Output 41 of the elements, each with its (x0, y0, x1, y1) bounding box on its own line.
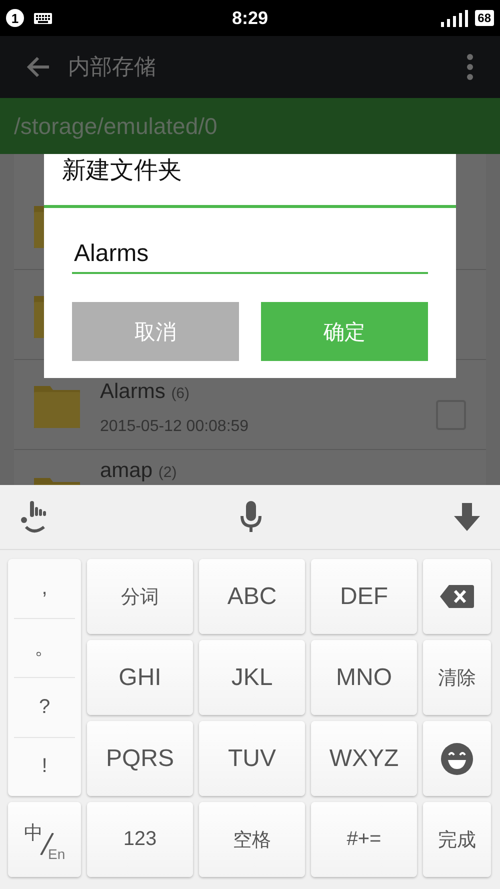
keyboard-key[interactable]: TUV (199, 721, 305, 796)
keyboard-key[interactable]: GHI (87, 640, 193, 715)
notification-count: 1 (6, 9, 24, 27)
punctuation-key[interactable]: 。 (14, 618, 75, 678)
punctuation-key[interactable]: , (14, 559, 75, 618)
microphone-icon[interactable] (239, 501, 263, 533)
back-arrow-icon[interactable] (26, 56, 50, 78)
keyboard-key[interactable]: #+= (311, 802, 417, 877)
keyboard-key[interactable]: WXYZ (311, 721, 417, 796)
emoji-key[interactable] (423, 721, 491, 796)
english-label: En (48, 846, 66, 862)
keyboard-key[interactable]: PQRS (87, 721, 193, 796)
keyboard-key[interactable]: 分词 (87, 559, 193, 634)
clock-time: 8:29 (232, 8, 268, 28)
dialog-title: 新建文件夹 (44, 154, 456, 208)
hand-gesture-icon[interactable] (20, 501, 48, 533)
signal-icon (440, 10, 469, 26)
punctuation-key[interactable]: ? (14, 678, 75, 738)
more-options-icon[interactable] (466, 54, 474, 80)
backspace-key[interactable] (423, 559, 491, 634)
battery-level: 68 (474, 10, 494, 26)
keyboard-key[interactable]: 清除 (423, 640, 491, 715)
keyboard-icon (34, 12, 52, 24)
keyboard-key[interactable]: ABC (199, 559, 305, 634)
folder-path: /storage/emulated/0 (14, 112, 218, 140)
language-switch-key[interactable]: 中 En (8, 802, 81, 877)
keyboard-key[interactable]: MNO (311, 640, 417, 715)
hide-keyboard-icon[interactable] (454, 503, 480, 531)
keyboard-key[interactable]: JKL (199, 640, 305, 715)
folder-name: amap (2) (100, 460, 178, 481)
backspace-icon (440, 585, 474, 608)
chinese-label: 中 (24, 822, 43, 846)
screen-title: 内部存储 (68, 53, 157, 81)
modified-date: 2015-05-12 00:08:59 (100, 418, 250, 436)
punctuation-key[interactable]: ! (14, 738, 75, 796)
smiley-icon (441, 742, 473, 774)
keyboard-key[interactable]: 完成 (423, 802, 491, 877)
keyboard-key[interactable]: 123 (87, 802, 193, 877)
folder-name: Alarms (6) (100, 380, 191, 404)
keyboard-key[interactable]: DEF (311, 559, 417, 634)
keyboard-key[interactable]: 空格 (199, 802, 305, 877)
